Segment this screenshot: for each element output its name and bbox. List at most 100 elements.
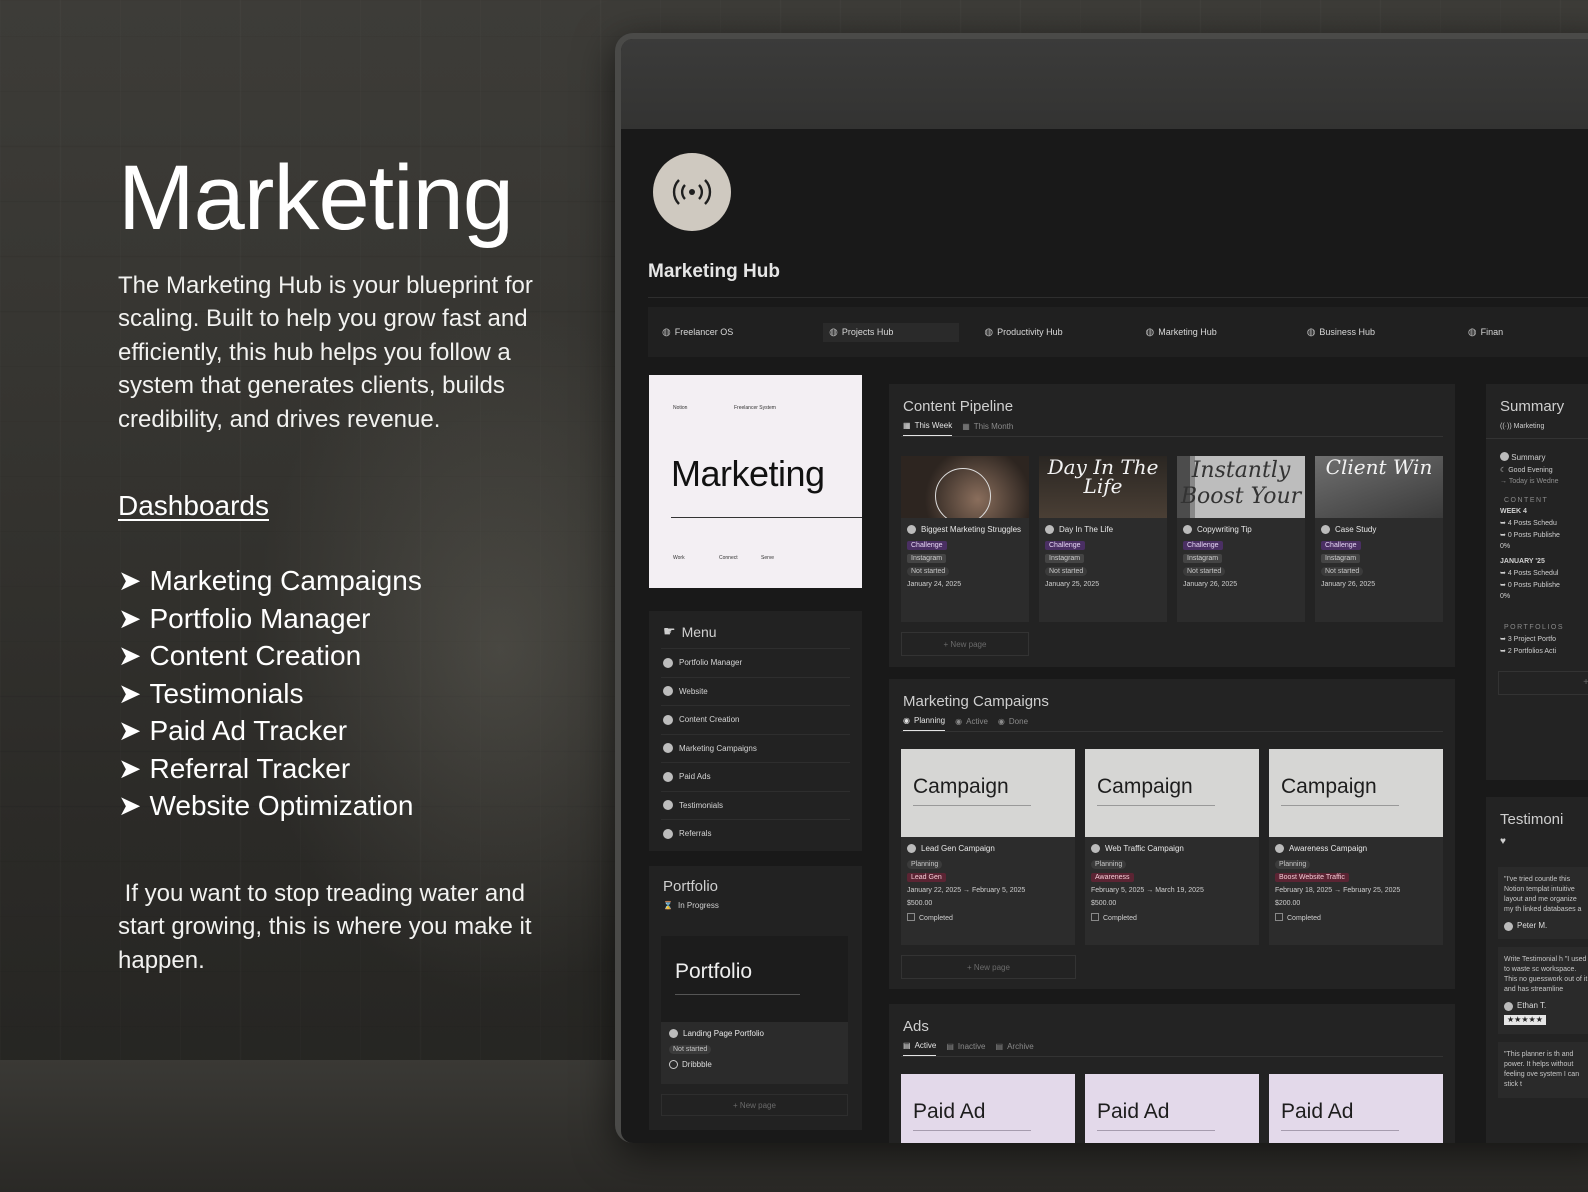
status-tag-row: Not started [1315,565,1443,578]
menu-item-icon [663,686,673,697]
portfolio-card[interactable]: Portfolio Landing Page Portfolio Not sta… [661,936,848,1084]
status-row: Planning [1085,858,1259,871]
arrow-icon: ➤ [118,790,142,822]
menu-item-label: Portfolio Manager [679,658,743,668]
checkbox-icon[interactable] [1091,913,1099,921]
menu-item[interactable]: Paid Ads [661,762,850,791]
goal-tag: Boost Website Traffic [1275,873,1349,882]
checkbox-icon[interactable] [1275,913,1283,921]
campaign-card[interactable]: Campaign Web Traffic Campaign Planning Awar… [1085,749,1259,945]
completed-checkbox-row[interactable]: Completed [901,910,1075,925]
dashboard-label: Testimonials [149,677,304,709]
campaign-card[interactable]: Campaign Lead Gen Campaign Planning Lead Ge… [901,749,1075,945]
nav-item[interactable]: ◍ Projects Hub [809,322,970,342]
status-badge: Not started [1321,567,1364,576]
new-page-button[interactable]: + New page [901,632,1029,656]
content-card[interactable]: Client Win Case Study Challenge Instagram No… [1315,456,1443,622]
nav-item[interactable]: ◍ Finan [1454,327,1588,338]
nav-item-inner: ◍ Marketing Hub [1146,327,1217,338]
notion-screen: Marketing Hub ◍ Freelancer OS ◍ Projects Hu… [621,39,1588,1143]
portfolio-card-meta: Landing Page Portfolio Not started Dribb… [661,1022,848,1075]
cover-top-mid: Freelancer System [734,405,776,411]
menu-item-label: Content Creation [679,715,740,725]
content-thumb: Instantly Boost Your [1177,456,1305,518]
content-card-title: Biggest Marketing Struggles [921,525,1022,534]
platform-row: Dribbble [669,1059,840,1069]
tab[interactable]: ▦ This Month [962,421,1013,436]
completed-checkbox-row[interactable]: Completed [1085,910,1259,925]
ad-cards: Paid Ad Paid Ad Paid Ad [901,1074,1443,1143]
campaign-card-name: Awareness Campaign [1269,837,1443,858]
tab[interactable]: ▤ Archive [996,1041,1034,1056]
testimonial-author-row: Peter M. [1504,921,1588,931]
add-button[interactable]: + [1498,671,1588,695]
content-label: CONTENT [1504,497,1549,504]
tab[interactable]: ▤ Active [903,1041,937,1056]
summary-tab-label: Marketing [1513,423,1545,430]
checkbox-icon[interactable] [907,913,915,921]
nav-item-inner: ◍ Finan [1468,327,1503,338]
ad-card[interactable]: Paid Ad [901,1074,1075,1143]
thumb-ring [935,468,991,518]
menu-item[interactable]: Website [661,676,850,706]
testimonial-author-row: Ethan T. [1504,1001,1588,1011]
menu-item[interactable]: Portfolio Manager [661,648,850,677]
menu-title: Menu [681,623,717,640]
page-icon [1045,525,1054,534]
ad-card[interactable]: Paid Ad [1269,1074,1443,1143]
content-card[interactable]: Day In The Life Day In The Life Challenge I… [1039,456,1167,622]
campaign-tabs: ◉ Planning ◉ Active ◉ Done [889,716,1455,731]
content-card[interactable]: Biggest Marketing Struggles Challenge Inst… [901,456,1029,622]
nav-item[interactable]: ◍ Business Hub [1293,327,1454,338]
tab[interactable]: ▦ This Week [903,421,953,436]
content-card-name: Case Study [1315,518,1443,539]
week-published: ➥ 0 Posts Publishe [1500,532,1560,539]
menu-item[interactable]: Content Creation [661,705,850,734]
campaign-card-name: Lead Gen Campaign [901,837,1075,858]
completed-checkbox-row[interactable]: Completed [1269,910,1443,925]
menu-item[interactable]: Testimonials [661,790,850,820]
tab[interactable]: ◉ Active [955,716,988,731]
content-card[interactable]: Instantly Boost Your Copywriting Tip Chall… [1177,456,1305,622]
campaign-icon [907,844,916,853]
nav-item[interactable]: ◍ Marketing Hub [1132,327,1293,338]
testimonial-card[interactable]: Write Testimonial h "I used to waste sc … [1498,947,1588,1034]
campaign-title: Awareness Campaign [1289,844,1368,853]
testimonial-card[interactable]: "I've tried countle this Notion templat … [1498,867,1588,939]
summary-tab[interactable]: ((·)) Marketing [1486,421,1588,439]
testimonial-quote: "I've tried countle this Notion templat … [1504,876,1582,913]
portfolio-thumb: Portfolio [661,936,848,1022]
arrow-icon: ➤ [118,640,142,672]
month-pct: 0% [1500,593,1511,600]
portfolio-view-tab[interactable]: ⌛ In Progress [649,901,862,910]
campaign-dates: February 5, 2025 → March 19, 2025 [1091,887,1204,894]
cover-bottom-2: Connect [719,555,738,561]
tab[interactable]: ◉ Done [998,716,1028,731]
tabs-divider [901,436,1443,437]
campaign-card[interactable]: Campaign Awareness Campaign Planning Boost … [1269,749,1443,945]
content-thumb-text: Day In The Life [1047,456,1159,498]
new-page-button[interactable]: + New page [901,955,1076,979]
new-page-button[interactable]: + New page [661,1094,848,1116]
menu-item[interactable]: Marketing Campaigns [661,733,850,763]
menu-item[interactable]: Referrals [661,819,850,848]
testimonial-card[interactable]: "This planner is th and power. It helps … [1498,1042,1588,1098]
ad-card[interactable]: Paid Ad [1085,1074,1259,1143]
menu-item-icon [663,828,673,839]
tab-label: This Month [973,421,1014,431]
testimonial-quote: "This planner is th and power. It helps … [1504,1051,1580,1088]
broadcast-icon[interactable] [653,153,731,231]
laptop-frame: Marketing Hub ◍ Freelancer OS ◍ Projects Hu… [615,33,1588,1143]
campaign-thumb-title: Campaign [1097,775,1193,798]
nav-item[interactable]: ◍ Freelancer OS [648,327,809,338]
content-pipeline-tabs: ▦ This Week ▦ This Month [889,421,1455,436]
type-tag-row: Challenge [901,539,1029,552]
tab[interactable]: ◉ Planning [903,716,946,731]
dribbble-icon [669,1060,678,1069]
dashboard-label: Portfolio Manager [149,602,371,634]
summary-icon [1500,452,1509,461]
nav-item[interactable]: ◍ Productivity Hub [970,327,1131,338]
dashboard-item: ➤ Referral Tracker [118,750,568,788]
tab-icon: ▤ [995,1041,1004,1051]
tab[interactable]: ▤ Inactive [946,1041,985,1056]
